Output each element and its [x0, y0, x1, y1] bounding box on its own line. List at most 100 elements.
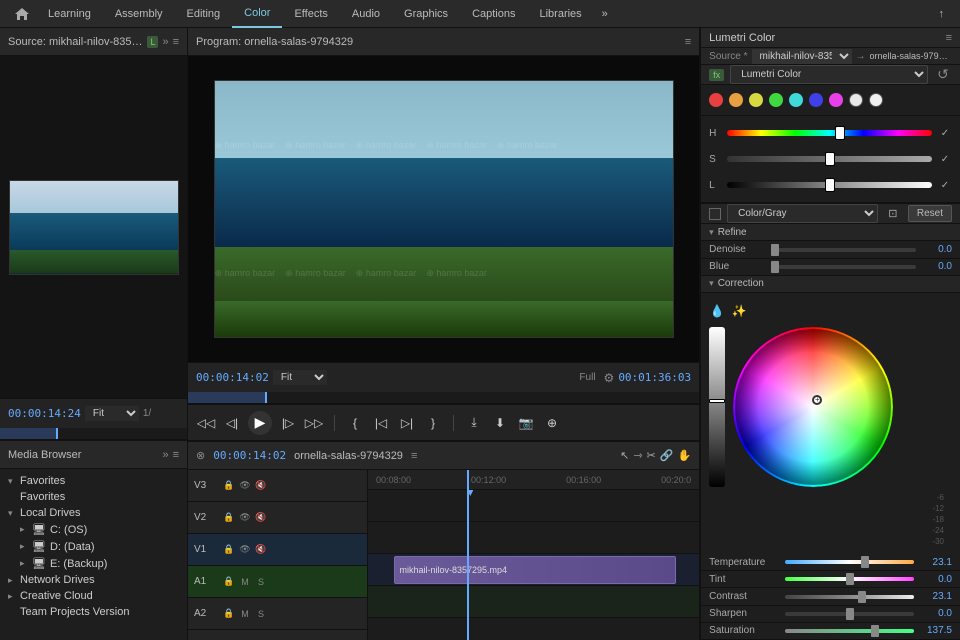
- favorites-sub[interactable]: Favorites: [4, 489, 183, 505]
- color-gray-checkbox[interactable]: [709, 208, 721, 220]
- menu-libraries[interactable]: Libraries: [527, 0, 593, 28]
- hsl-l-slider[interactable]: [727, 182, 932, 188]
- menu-captions[interactable]: Captions: [460, 0, 527, 28]
- creative-cloud[interactable]: ▸ Creative Cloud: [4, 588, 183, 604]
- menu-graphics[interactable]: Graphics: [392, 0, 460, 28]
- a2-toggle[interactable]: 🔒: [222, 607, 236, 621]
- reset-button[interactable]: Reset: [908, 205, 952, 222]
- sharpen-slider[interactable]: [785, 612, 914, 616]
- favorites-item[interactable]: ▾ Favorites: [4, 473, 183, 489]
- more-transport[interactable]: ⊕: [542, 413, 562, 433]
- program-scrubber-head[interactable]: [265, 392, 267, 403]
- swatch-green[interactable]: [769, 93, 783, 107]
- track-select-tool[interactable]: ⇾: [633, 449, 642, 462]
- menu-effects[interactable]: Effects: [282, 0, 339, 28]
- brightness-thumb[interactable]: [709, 399, 725, 403]
- hsl-l-check[interactable]: ✓: [938, 178, 952, 192]
- refine-section-header[interactable]: ▾ Refine: [701, 224, 960, 241]
- v2-mute[interactable]: 🔇: [254, 511, 268, 525]
- sparkle-icon[interactable]: ✨: [731, 303, 747, 319]
- color-wheel[interactable]: +: [733, 327, 893, 487]
- menu-assembly[interactable]: Assembly: [103, 0, 175, 28]
- tint-thumb[interactable]: [846, 573, 854, 585]
- hsl-h-check[interactable]: ✓: [938, 126, 952, 140]
- sharpen-thumb[interactable]: [846, 608, 854, 620]
- drive-c[interactable]: ▸ 🖥 C: (OS): [4, 521, 183, 538]
- media-browser-more[interactable]: »: [162, 449, 168, 461]
- timeline-menu[interactable]: ≡: [411, 450, 417, 462]
- v1-track[interactable]: mikhail-nilov-8357295.mp4: [368, 554, 699, 586]
- saturation-thumb[interactable]: [871, 625, 879, 637]
- menu-editing[interactable]: Editing: [175, 0, 233, 28]
- a1-track[interactable]: [368, 586, 699, 618]
- menu-more-icon[interactable]: »: [594, 8, 616, 20]
- source-scrubber[interactable]: [0, 428, 187, 440]
- swatch-white2[interactable]: [869, 93, 883, 107]
- close-timeline-icon[interactable]: ⊗: [196, 449, 205, 462]
- swatch-cyan[interactable]: [789, 93, 803, 107]
- contrast-thumb[interactable]: [858, 591, 866, 603]
- menu-color[interactable]: Color: [232, 0, 282, 28]
- swatch-blue[interactable]: [809, 93, 823, 107]
- menu-learning[interactable]: Learning: [36, 0, 103, 28]
- eyedropper-icon[interactable]: 💧: [709, 303, 725, 319]
- menu-audio[interactable]: Audio: [340, 0, 392, 28]
- settings-icon[interactable]: ⚙: [604, 371, 615, 385]
- a1-solo[interactable]: S: [254, 575, 268, 589]
- fx-dropdown[interactable]: Lumetri Color: [730, 65, 928, 84]
- camera-btn[interactable]: 📷: [516, 413, 536, 433]
- drive-e[interactable]: ▸ 🖥 E: (Backup): [4, 555, 183, 572]
- local-drives-item[interactable]: ▾ Local Drives: [4, 505, 183, 521]
- temperature-thumb[interactable]: [861, 556, 869, 568]
- hsl-l-thumb[interactable]: [825, 178, 835, 192]
- swatch-white[interactable]: [849, 93, 863, 107]
- color-gray-select[interactable]: Color/Gray: [727, 204, 878, 223]
- saturation-slider[interactable]: [785, 629, 914, 633]
- temperature-slider[interactable]: [785, 560, 914, 564]
- v1-toggle[interactable]: 🔒: [222, 543, 236, 557]
- denoise-slider[interactable]: [775, 248, 916, 252]
- v1-clip[interactable]: mikhail-nilov-8357295.mp4: [394, 556, 675, 584]
- hsl-h-thumb[interactable]: [835, 126, 845, 140]
- select-tool[interactable]: ↖: [620, 449, 629, 462]
- a2-track[interactable]: [368, 618, 699, 640]
- swatch-yellow[interactable]: [749, 93, 763, 107]
- drive-d[interactable]: ▸ 🖥 D: (Data): [4, 538, 183, 555]
- source-select[interactable]: mikhail-nilov-8357...: [752, 49, 852, 64]
- team-projects[interactable]: Team Projects Version: [4, 604, 183, 620]
- v3-track[interactable]: [368, 490, 699, 522]
- a2-mute[interactable]: M: [238, 607, 252, 621]
- brightness-slider[interactable]: [709, 327, 725, 487]
- v2-track[interactable]: [368, 522, 699, 554]
- razor-tool[interactable]: 🔗: [660, 449, 674, 462]
- v3-mute[interactable]: 🔇: [254, 479, 268, 493]
- mark-in[interactable]: {: [345, 413, 365, 433]
- fx-badge[interactable]: fx: [709, 69, 724, 81]
- go-in[interactable]: |◁: [371, 413, 391, 433]
- slip-tool[interactable]: ✋: [677, 449, 691, 462]
- correction-section-header[interactable]: ▾ Correction: [701, 276, 960, 293]
- step-back-btn[interactable]: ◁◁: [196, 413, 216, 433]
- go-out[interactable]: ▷|: [397, 413, 417, 433]
- mark-out[interactable]: }: [423, 413, 443, 433]
- v2-toggle[interactable]: 🔒: [222, 511, 236, 525]
- contrast-slider[interactable]: [785, 595, 914, 599]
- program-menu[interactable]: ≡: [685, 36, 691, 48]
- step-fwd-btn[interactable]: ▷▷: [304, 413, 324, 433]
- hsl-h-slider[interactable]: [727, 130, 932, 136]
- v1-eye[interactable]: 👁: [238, 543, 252, 557]
- source-panel-more[interactable]: »: [162, 36, 168, 48]
- edit-icon[interactable]: ⊡: [884, 205, 902, 223]
- ripple-tool[interactable]: ✂: [647, 449, 656, 462]
- denoise-thumb[interactable]: [771, 244, 779, 256]
- fx-reset-icon[interactable]: ↺: [934, 66, 952, 84]
- overwrite-btn[interactable]: ⬇: [490, 413, 510, 433]
- swatch-magenta[interactable]: [829, 93, 843, 107]
- blue-thumb[interactable]: [771, 261, 779, 273]
- a2-solo[interactable]: S: [254, 607, 268, 621]
- tint-slider[interactable]: [785, 577, 914, 581]
- v3-toggle[interactable]: 🔒: [222, 479, 236, 493]
- a1-toggle[interactable]: 🔒: [222, 575, 236, 589]
- blue-slider[interactable]: [775, 265, 916, 269]
- v3-eye[interactable]: 👁: [238, 479, 252, 493]
